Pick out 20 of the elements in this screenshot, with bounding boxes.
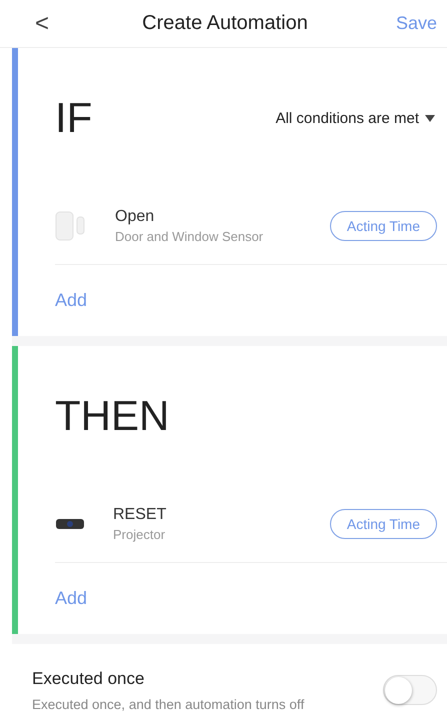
option-title: Executed once [32,669,146,689]
caret-icon [425,114,435,122]
sensor-icon [55,210,87,242]
item-subtitle: Projector [113,527,166,542]
toggle-switch[interactable] [383,674,437,704]
item-title: RESET [113,506,168,524]
section-heading: IF [55,94,92,142]
item-title: Open [115,208,156,226]
acting-time-button[interactable]: Acting Time [330,211,437,241]
add-button[interactable]: Add [55,290,88,311]
section-heading: THEN [55,392,170,440]
back-button[interactable]: < [30,10,54,38]
page-title: Create Automation [142,12,308,35]
option-description: Executed once, and then automation turns off [32,697,304,712]
item-subtitle: Door and Window Sensor [115,229,264,244]
save-button[interactable]: Save [396,13,437,34]
add-button[interactable]: Add [55,588,88,609]
acting-time-button[interactable]: Acting Time [330,509,437,539]
projector-icon [55,517,85,531]
condition-dropdown[interactable]: All conditions are met [276,110,435,126]
